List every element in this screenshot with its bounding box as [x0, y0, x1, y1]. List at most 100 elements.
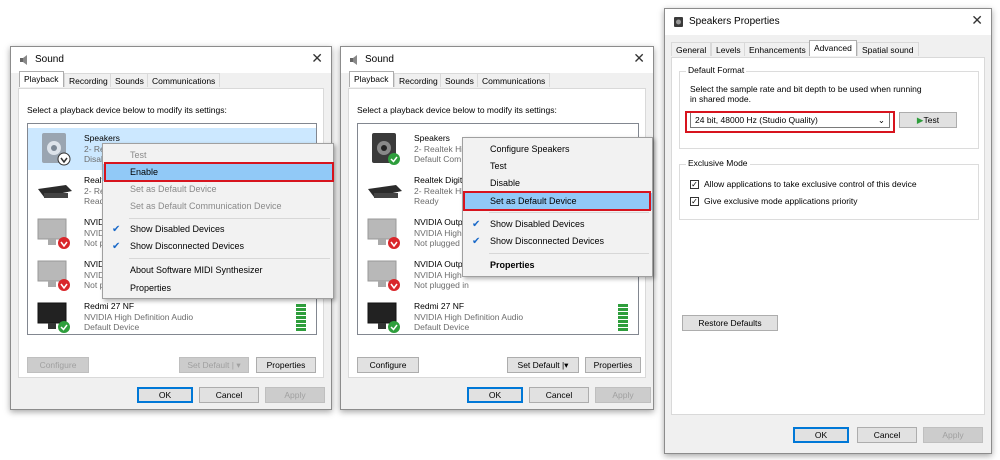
device-item-redmi[interactable]: Redmi 27 NF NVIDIA High Definition Audio…	[358, 296, 638, 334]
menu-item-show-disconnected[interactable]: ✔ Show Disconnected Devices	[463, 233, 652, 250]
annotation-highlight-enable	[104, 162, 334, 182]
menu-separator	[489, 253, 649, 254]
checkmark-icon: ✔	[112, 241, 121, 252]
menu-item-disable[interactable]: Disable	[463, 175, 652, 192]
tab-playback[interactable]: Playback	[349, 71, 394, 87]
speaker-icon	[350, 55, 357, 65]
cancel-button[interactable]: Cancel	[857, 427, 917, 443]
menu-item-about-midi[interactable]: About Software MIDI Synthesizer	[103, 262, 333, 279]
device-item-redmi[interactable]: Redmi 27 NF NVIDIA High Definition Audio…	[28, 296, 316, 334]
tab-general[interactable]: General	[671, 42, 712, 56]
menu-item-properties[interactable]: Properties	[463, 257, 652, 274]
device-name: Speakers	[414, 133, 450, 143]
configure-button[interactable]: Configure	[27, 357, 89, 373]
title-bar: Sound ✕	[11, 47, 331, 73]
tab-communications[interactable]: Communications	[147, 73, 221, 87]
monitor-icon	[367, 302, 400, 333]
set-default-label: Set Default	[517, 360, 560, 370]
default-format-group: Default Format Select the sample rate an…	[679, 65, 979, 149]
exclusive-priority-label: Give exclusive mode applications priorit…	[704, 196, 858, 206]
group-label: Default Format	[686, 65, 747, 75]
format-description-line2: in shared mode.	[690, 94, 751, 104]
tab-enhancements[interactable]: Enhancements	[744, 42, 811, 56]
device-name: NVIDIA Outp	[414, 259, 463, 269]
ok-button[interactable]: OK	[793, 427, 849, 443]
test-label: Test	[923, 115, 940, 125]
device-status: Not plugged	[414, 238, 460, 248]
menu-item-show-disabled[interactable]: ✔ Show Disabled Devices	[463, 216, 652, 233]
menu-item-set-default-device[interactable]: Set as Default Device	[103, 181, 333, 198]
speaker-device-icon	[372, 133, 400, 165]
menu-item-label: Show Disconnected Devices	[130, 241, 245, 251]
title-bar: Sound ✕	[341, 47, 653, 73]
close-icon[interactable]: ✕	[633, 50, 645, 67]
tab-recording[interactable]: Recording	[394, 73, 443, 87]
close-icon[interactable]: ✕	[971, 12, 983, 29]
device-status: Default Device	[414, 322, 470, 332]
dropdown-arrow-icon[interactable]: |▾	[562, 360, 568, 370]
speaker-icon	[674, 17, 683, 27]
menu-item-label: Show Disabled Devices	[490, 219, 585, 229]
menu-item-configure-speakers[interactable]: Configure Speakers	[463, 141, 652, 158]
checkmark-icon: ✔	[472, 219, 481, 230]
ok-button[interactable]: OK	[137, 387, 193, 403]
speaker-device-icon	[42, 133, 71, 166]
apply-button[interactable]: Apply	[265, 387, 325, 403]
instruction-text: Select a playback device below to modify…	[357, 105, 557, 115]
device-driver: NVIDIA High	[414, 270, 462, 280]
title-bar: Speakers Properties ✕	[665, 9, 991, 35]
restore-defaults-button[interactable]: Restore Defaults	[682, 315, 778, 331]
device-driver: 2- Realtek Hi	[414, 186, 464, 196]
monitor-icon	[37, 218, 70, 249]
tab-sounds[interactable]: Sounds	[110, 73, 149, 87]
tab-sounds[interactable]: Sounds	[440, 73, 479, 87]
menu-item-label: Show Disabled Devices	[130, 224, 225, 234]
menu-item-show-disconnected[interactable]: ✔ Show Disconnected Devices	[103, 238, 333, 255]
set-default-button[interactable]: Set Default | ▾	[179, 357, 249, 373]
tab-playback[interactable]: Playback	[19, 71, 64, 87]
device-status: Ready	[414, 196, 439, 206]
exclusive-control-checkbox[interactable]: ✓	[690, 180, 699, 189]
apply-button[interactable]: Apply	[595, 387, 651, 403]
monitor-icon	[37, 302, 70, 333]
window-title: Sound	[35, 54, 64, 65]
device-name: Speakers	[84, 133, 120, 143]
exclusive-mode-group: Exclusive Mode ✓ Allow applications to t…	[679, 158, 979, 220]
menu-item-show-disabled[interactable]: ✔ Show Disabled Devices	[103, 221, 333, 238]
exclusive-priority-checkbox[interactable]: ✓	[690, 197, 699, 206]
menu-separator	[129, 218, 330, 219]
exclusive-control-label: Allow applications to take exclusive con…	[704, 179, 917, 189]
menu-item-properties[interactable]: Properties	[103, 280, 333, 297]
cancel-button[interactable]: Cancel	[529, 387, 589, 403]
instruction-text: Select a playback device below to modify…	[27, 105, 227, 115]
device-driver: NVIDIA High Definition Audio	[84, 312, 194, 322]
ok-button[interactable]: OK	[467, 387, 523, 403]
properties-button[interactable]: Properties	[585, 357, 641, 373]
device-name: Redmi 27 NF	[84, 301, 135, 311]
tab-communications[interactable]: Communications	[477, 73, 551, 87]
menu-item-label: Show Disconnected Devices	[490, 236, 605, 246]
device-driver: NVIDIA High	[414, 228, 462, 238]
window-title: Sound	[365, 54, 394, 65]
device-driver: 2- Realtek Hi	[414, 144, 464, 154]
tab-levels[interactable]: Levels	[711, 42, 746, 56]
cancel-button[interactable]: Cancel	[199, 387, 259, 403]
menu-item-test[interactable]: Test	[463, 158, 652, 175]
menu-separator	[489, 212, 649, 213]
tab-recording[interactable]: Recording	[64, 73, 113, 87]
apply-button[interactable]: Apply	[923, 427, 983, 443]
checkmark-icon: ✔	[472, 236, 481, 247]
properties-button[interactable]: Properties	[256, 357, 316, 373]
tab-advanced[interactable]: Advanced	[809, 40, 857, 56]
dropdown-arrow-icon[interactable]: | ▾	[232, 360, 241, 370]
close-icon[interactable]: ✕	[311, 50, 323, 67]
volume-meter	[618, 304, 628, 332]
set-default-button[interactable]: Set Default |▾	[507, 357, 579, 373]
menu-item-set-default-communication-device[interactable]: Set as Default Communication Device	[103, 198, 333, 215]
test-button[interactable]: ▶Test	[899, 112, 957, 128]
monitor-icon	[367, 218, 400, 249]
device-name: Realtek Digit	[414, 175, 463, 185]
device-name: NVIDIA Outp	[414, 217, 463, 227]
tab-spatial-sound[interactable]: Spatial sound	[857, 42, 919, 56]
configure-button[interactable]: Configure	[357, 357, 419, 373]
